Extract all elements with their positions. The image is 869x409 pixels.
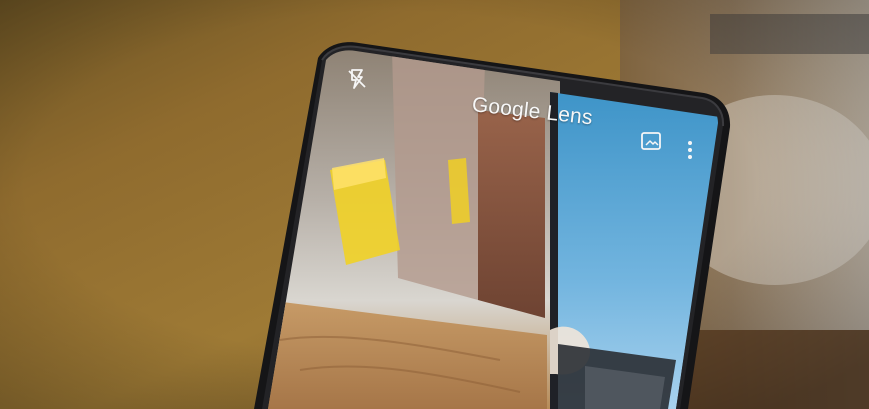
scene-photo	[0, 0, 869, 409]
flash-off-icon[interactable]	[345, 67, 369, 91]
brick-column	[478, 110, 545, 318]
white-brick-wall	[392, 50, 485, 300]
more-vert-icon[interactable]	[685, 138, 695, 162]
gallery-icon[interactable]	[640, 131, 664, 153]
photo-frame: Google Lens	[0, 0, 869, 409]
